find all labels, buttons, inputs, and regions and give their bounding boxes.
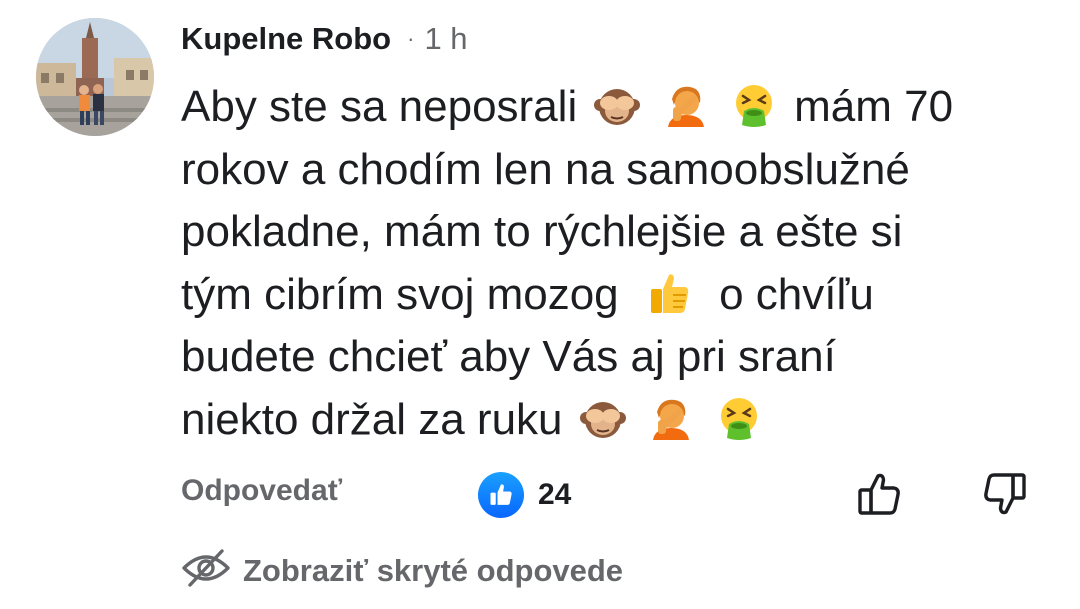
comment-line: pokladne, mám to rýchlejšie a ešte si bbox=[181, 207, 903, 256]
comment-line-text: mám 70 bbox=[794, 82, 954, 131]
thumb-up-outline-icon[interactable] bbox=[853, 468, 905, 525]
face-vomiting-icon bbox=[715, 394, 763, 442]
like-reaction-icon bbox=[478, 472, 524, 518]
comment-actions: Odpovedať 24 bbox=[181, 468, 1041, 520]
show-hidden-replies-button[interactable]: Zobraziť skryté odpovede bbox=[181, 548, 623, 593]
comment-header: Kupelne Robo · 1 h bbox=[181, 18, 468, 60]
face-vomiting-icon bbox=[730, 81, 778, 129]
comment-text: Aby ste sa neposrali mám 70 rokov a chod… bbox=[181, 76, 1041, 451]
see-no-evil-monkey-icon bbox=[579, 394, 627, 442]
see-no-evil-monkey-icon bbox=[593, 81, 641, 129]
comment-line-text: niekto držal za ruku bbox=[181, 394, 563, 444]
separator-dot: · bbox=[407, 26, 415, 51]
reaction-count: 24 bbox=[538, 478, 572, 511]
comment-line-text: tým cibrím svoj mozog bbox=[181, 269, 619, 319]
show-hidden-replies-label: Zobraziť skryté odpovede bbox=[243, 552, 624, 588]
author-name[interactable]: Kupelne Robo bbox=[181, 21, 391, 57]
comment-line: budete chcieť aby Vás aj pri sraní bbox=[181, 332, 836, 381]
reply-button[interactable]: Odpovedať bbox=[181, 474, 342, 508]
comment-line: tým cibrím svoj mozog o chvíľu bbox=[181, 264, 1041, 327]
person-facepalming-icon bbox=[647, 394, 695, 442]
avatar[interactable] bbox=[36, 18, 154, 136]
comment-line: Aby ste sa neposrali mám 70 bbox=[181, 76, 1041, 139]
comment-line: rokov a chodím len na samoobslužné bbox=[181, 144, 910, 194]
eye-slash-icon bbox=[181, 548, 231, 593]
thumbs-up-icon bbox=[645, 269, 693, 317]
thumb-down-outline-icon[interactable] bbox=[979, 468, 1031, 525]
timestamp[interactable]: 1 h bbox=[424, 21, 467, 57]
comment-line-text: o chvíľu bbox=[719, 269, 874, 319]
person-facepalming-icon bbox=[662, 81, 710, 129]
comment-line: niekto držal za ruku bbox=[181, 389, 1041, 452]
reactions-summary[interactable]: 24 bbox=[478, 472, 571, 518]
comment-line-text: Aby ste sa neposrali bbox=[181, 82, 578, 131]
